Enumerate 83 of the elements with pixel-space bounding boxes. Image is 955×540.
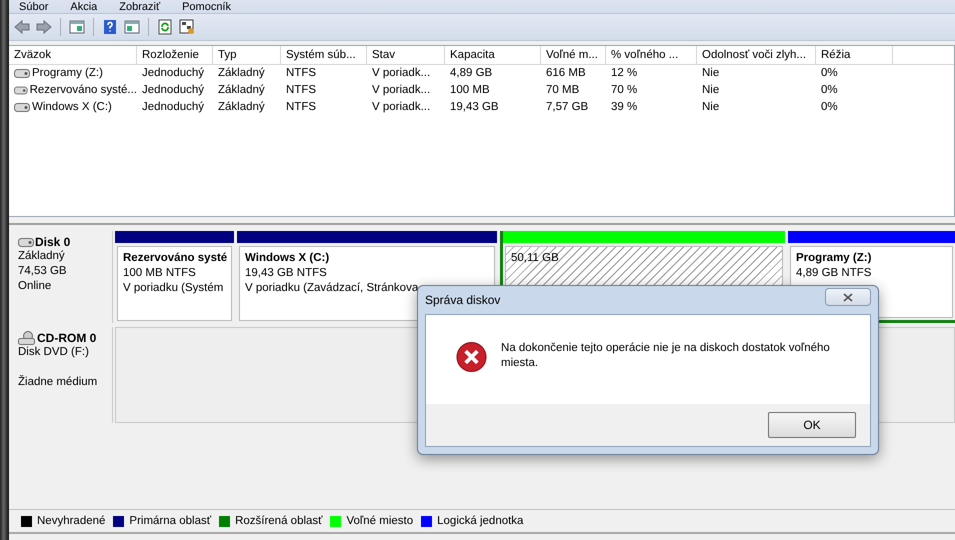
column-header[interactable]: Réžia [816,46,893,64]
error-message: Na dokončenie tejto operácie nie je na diskoch dostatok voľného miesta. [501,341,831,371]
panel-icon[interactable] [123,18,141,36]
legend-label: Voľné miesto [346,515,414,527]
legend-label: Nevyhradené [37,515,106,527]
partition-title: Programy (Z:) [796,251,872,266]
table-cell-text: 4,89 GB [449,66,494,81]
help-icon[interactable] [101,18,119,36]
table-cell-text: Windows X (C:) [32,100,112,115]
column-header[interactable]: Odolnosť voči zlyh... [697,46,816,64]
legend-label: Rozšírená oblasť [235,515,322,527]
legend-label: Logická jednotka [437,515,524,527]
table-cell-text: NTFS [285,83,318,98]
table-cell-text: Základný [217,100,266,115]
partition-info: 100 MB NTFS [123,266,197,281]
column-header[interactable]: Zväzok [9,46,137,64]
disk-name: CD-ROM 0 [37,331,96,345]
menu-item[interactable]: Zobraziť [119,0,160,12]
panel-icon[interactable] [68,18,86,36]
table-cell-text: Základný [217,83,266,98]
cd-drive-icon [18,331,36,345]
menu-item[interactable]: Pomocník [182,0,231,12]
disk-detail: 74,53 GB [18,264,68,279]
table-cell-text: 70 MB [545,83,580,98]
disk-detail: Online [18,279,52,294]
table-cell-text: V poriadk... [371,66,432,81]
table-cell-text: Základný [217,66,266,81]
drive-icon [14,69,30,78]
table-cell-text: V poriadk... [371,100,432,115]
table-cell-text: Nie [701,66,720,81]
column-header[interactable]: Stav [367,46,445,64]
ok-button[interactable]: OK [768,412,856,438]
menu-item[interactable]: Súbor [19,0,48,12]
drive-icon [14,103,30,112]
table-cell-text: 70 % [610,83,638,98]
forward-arrow-icon[interactable] [35,18,53,36]
table-cell-text: Jednoduchý [141,100,206,115]
column-header[interactable]: Kapacita [445,46,541,64]
disk-drive-icon [18,238,34,246]
table-cell-text: 12 % [610,66,638,81]
column-header[interactable]: Typ [213,46,281,64]
table-cell-text: Nie [701,83,720,98]
properties-icon[interactable] [178,18,196,36]
table-cell-text: Rezervováno systé... [30,83,137,98]
column-header[interactable]: Systém súb... [281,46,367,64]
partition-title: Windows X (C:) [245,251,330,266]
table-cell-text: 616 MB [545,66,587,81]
table-cell-text: NTFS [285,100,318,115]
partition-info: 19,43 GB NTFS [245,266,328,281]
back-arrow-icon[interactable] [13,18,31,36]
menu-item[interactable]: Akcia [70,0,98,12]
partition-info: 4,89 GB NTFS [796,266,872,281]
partition-title: Rezervováno systé [123,251,226,266]
close-icon [843,292,853,302]
disk-detail: Základný [18,249,66,264]
table-cell-text: Jednoduchý [141,66,206,81]
table-cell-text: 7,57 GB [545,100,590,115]
error-icon [456,341,488,373]
table-cell-text: 39 % [610,100,638,115]
table-cell-text: 0% [820,100,839,115]
table-cell-text: 0% [820,83,839,98]
legend-label: Primárna oblasť [129,515,212,527]
partition-info: 50,11 GB [511,251,560,266]
refresh-icon[interactable] [156,18,174,36]
partition-info: V poriadku (Zavádzací, Stránkova [245,281,420,296]
partition-block[interactable]: Rezervováno systé 100 MB NTFS V poriadku (Systém [117,246,232,321]
table-cell-text: NTFS [285,66,318,81]
table-cell-text: 19,43 GB [449,100,500,115]
column-header[interactable]: Voľné m... [541,46,606,64]
table-cell-text: V poriadk... [371,83,432,98]
table-cell-text: Nie [701,100,720,115]
column-header[interactable]: Rozloženie [137,46,213,64]
table-cell-text: Jednoduchý [141,83,206,98]
column-header[interactable]: % voľného ... [606,46,697,64]
close-button[interactable] [825,288,871,306]
drive-icon [14,86,28,95]
disk-detail: Disk DVD (F:) [18,345,90,360]
disk-name: Disk 0 [35,235,70,249]
table-cell-text: Programy (Z:) [32,66,103,81]
disk-status: Žiadne médium [18,375,98,390]
partition-info: V poriadku (Systém [123,281,224,296]
table-cell-text: 0% [820,66,839,81]
table-cell-text: 100 MB [449,83,491,98]
